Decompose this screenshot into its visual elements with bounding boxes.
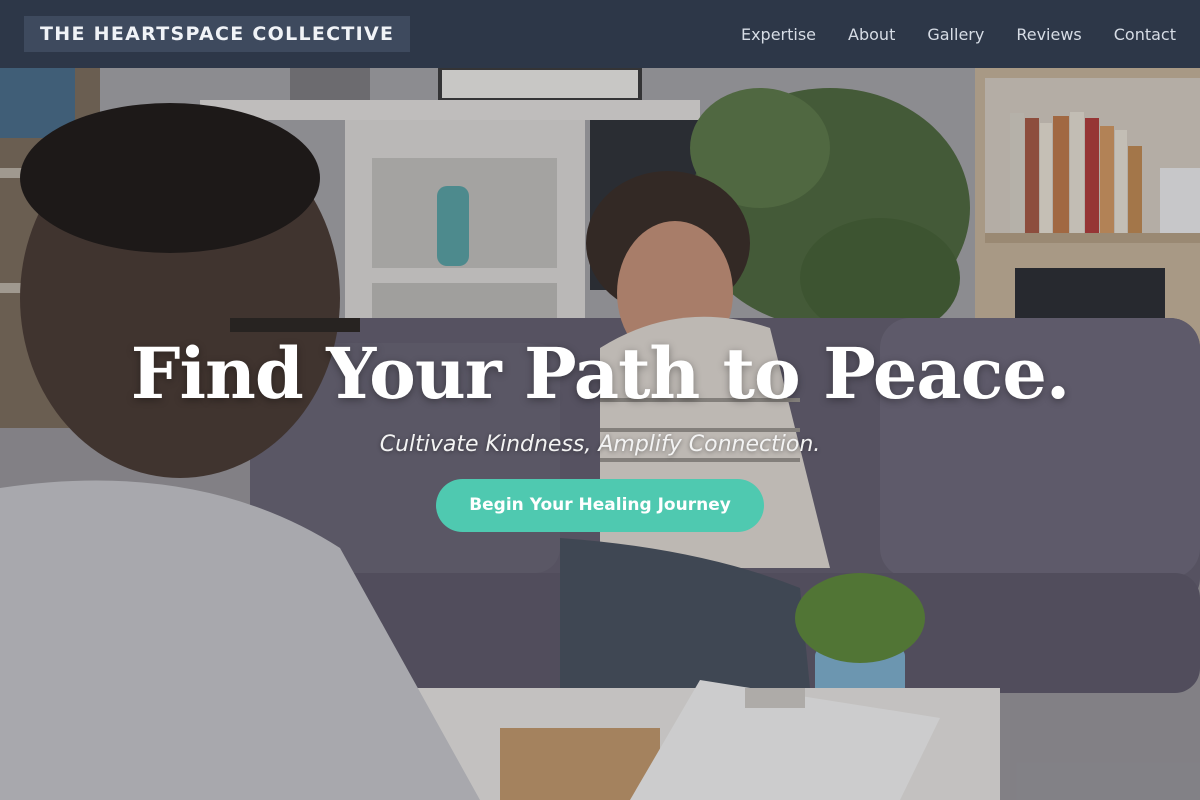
hero-title: Find Your Path to Peace. bbox=[130, 332, 1071, 415]
nav-link-about[interactable]: About bbox=[848, 25, 895, 44]
hero-subtitle: Cultivate Kindness, Amplify Connection. bbox=[379, 432, 821, 457]
brand-logo[interactable]: THE HEARTSPACE COLLECTIVE bbox=[24, 16, 411, 52]
nav-link-contact[interactable]: Contact bbox=[1114, 25, 1176, 44]
hero-content: Find Your Path to Peace. Cultivate Kindn… bbox=[0, 336, 1200, 532]
top-navbar: THE HEARTSPACE COLLECTIVE Expertise Abou… bbox=[0, 0, 1200, 68]
hero-section: Find Your Path to Peace. Cultivate Kindn… bbox=[0, 68, 1200, 800]
nav-link-reviews[interactable]: Reviews bbox=[1016, 25, 1081, 44]
nav-link-expertise[interactable]: Expertise bbox=[741, 25, 816, 44]
nav-menu: Expertise About Gallery Reviews Contact bbox=[741, 25, 1176, 44]
begin-journey-button[interactable]: Begin Your Healing Journey bbox=[436, 479, 764, 532]
nav-link-gallery[interactable]: Gallery bbox=[927, 25, 984, 44]
